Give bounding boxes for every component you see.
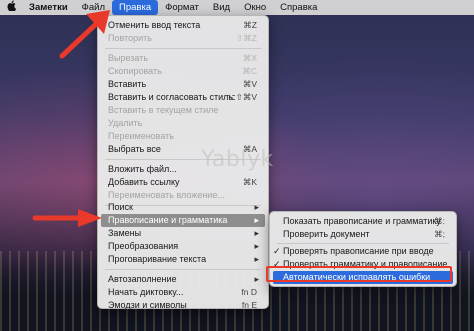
menu-item-shortcut: fn E — [241, 300, 257, 310]
submenu-arrow-icon: ▸ — [254, 215, 259, 225]
menu-item-copy: Скопировать ⌘C — [101, 65, 265, 78]
checkmark-icon: ✓ — [273, 246, 281, 256]
submenu-arrow-icon: ▸ — [254, 202, 259, 212]
menu-item-shortcut: ⌘; — [434, 229, 445, 239]
menu-item-emoji-symbols[interactable]: Эмодзи и символы fn E — [101, 299, 265, 312]
menu-item-cut: Вырезать ⌘X — [101, 52, 265, 65]
menu-item-label: Удалить — [108, 118, 143, 128]
menu-item-spelling-grammar[interactable]: Правописание и грамматика ▸ — [101, 214, 265, 227]
menubar-help[interactable]: Справка — [273, 0, 324, 15]
submenu-arrow-icon: ▸ — [254, 228, 259, 238]
menu-item-label: Поиск — [108, 202, 133, 212]
highlight-frame — [266, 266, 452, 282]
menu-item-label: Проверять правописание при вводе — [283, 246, 434, 256]
menu-item-autofill[interactable]: Автозаполнение ▸ — [101, 273, 265, 286]
menubar-edit[interactable]: Правка — [112, 0, 159, 15]
submenu-arrow-icon: ▸ — [254, 274, 259, 284]
menu-item-label: Выбрать все — [108, 144, 161, 154]
menu-item-label: Начать диктовку... — [108, 287, 184, 297]
red-arrow-to-edit-icon — [59, 10, 110, 59]
menu-item-label: Замены — [108, 228, 142, 238]
submenu-item-show-spelling[interactable]: Показать правописание и грамматику ⌘: — [273, 215, 453, 228]
menu-item-shortcut: ⌘C — [242, 66, 257, 76]
menu-item-speech[interactable]: Проговаривание текста ▸ — [101, 253, 265, 266]
menu-separator — [277, 243, 449, 244]
menu-item-substitutions[interactable]: Замены ▸ — [101, 227, 265, 240]
submenu-item-check-while-typing[interactable]: ✓ Проверять правописание при вводе — [273, 245, 453, 258]
menu-item-label: Эмодзи и символы — [108, 300, 187, 310]
menu-separator — [105, 269, 261, 270]
menu-item-undo[interactable]: Отменить ввод текста ⌘Z — [101, 19, 265, 32]
menu-item-add-link[interactable]: Добавить ссылку ⌘K — [101, 176, 265, 189]
menubar-view[interactable]: Вид — [206, 0, 237, 15]
menubar-window[interactable]: Окно — [237, 0, 273, 15]
menu-item-label: Показать правописание и грамматику — [283, 216, 441, 226]
menu-item-shortcut: ⇧⌘Z — [236, 33, 257, 43]
menubar-format[interactable]: Формат — [158, 0, 206, 15]
menu-item-label: Вставить — [108, 79, 147, 89]
menu-item-label: Проверить документ — [283, 229, 370, 239]
menu-item-transformations[interactable]: Преобразования ▸ — [101, 240, 265, 253]
watermark: Yablyk — [201, 147, 274, 172]
menu-item-shortcut: ⌘V — [242, 79, 257, 89]
submenu-item-check-document[interactable]: Проверить документ ⌘; — [273, 228, 453, 241]
menu-item-paste-current-style: Вставить в текущем стиле — [101, 104, 265, 117]
submenu-arrow-icon: ▸ — [254, 241, 259, 251]
menu-item-label: Преобразования — [108, 241, 179, 251]
menu-item-shortcut: fn D — [241, 287, 257, 297]
submenu-arrow-icon: ▸ — [254, 254, 259, 264]
menu-item-delete: Удалить — [101, 117, 265, 130]
menu-item-shortcut: ⌘X — [242, 53, 257, 63]
menu-item-label: Проговаривание текста — [108, 254, 207, 264]
apple-menu-icon[interactable] — [0, 0, 22, 15]
menu-item-label: Вложить файл... — [108, 164, 177, 174]
menu-item-redo: Повторить ⇧⌘Z — [101, 32, 265, 45]
menu-item-start-dictation[interactable]: Начать диктовку... fn D — [101, 286, 265, 299]
menu-item-label: Переименовать — [108, 131, 174, 141]
menu-item-label: Вставить в текущем стиле — [108, 105, 219, 115]
menu-item-shortcut: ⌘: — [434, 216, 445, 226]
menu-item-shortcut: ⌘K — [242, 177, 257, 187]
menu-separator — [105, 48, 261, 49]
apple-logo-icon — [7, 0, 16, 12]
menu-item-shortcut: ⌥⇧⌘V — [225, 92, 257, 102]
menu-item-label: Добавить ссылку — [108, 177, 180, 187]
menu-item-label: Автозаполнение — [108, 274, 177, 284]
menu-item-label: Отменить ввод текста — [108, 20, 201, 30]
red-arrow-to-spelling-icon — [32, 209, 102, 227]
menu-item-find[interactable]: Поиск ▸ — [101, 201, 265, 214]
menu-item-rename: Переименовать — [101, 130, 265, 143]
menu-item-label: Скопировать — [108, 66, 162, 76]
menu-item-label: Правописание и грамматика — [108, 215, 228, 225]
menu-item-shortcut: ⌘Z — [243, 20, 257, 30]
menu-item-label: Вставить и согласовать стиль — [108, 92, 234, 102]
menu-item-paste[interactable]: Вставить ⌘V — [101, 78, 265, 91]
menu-item-paste-match-style[interactable]: Вставить и согласовать стиль ⌥⇧⌘V — [101, 91, 265, 104]
